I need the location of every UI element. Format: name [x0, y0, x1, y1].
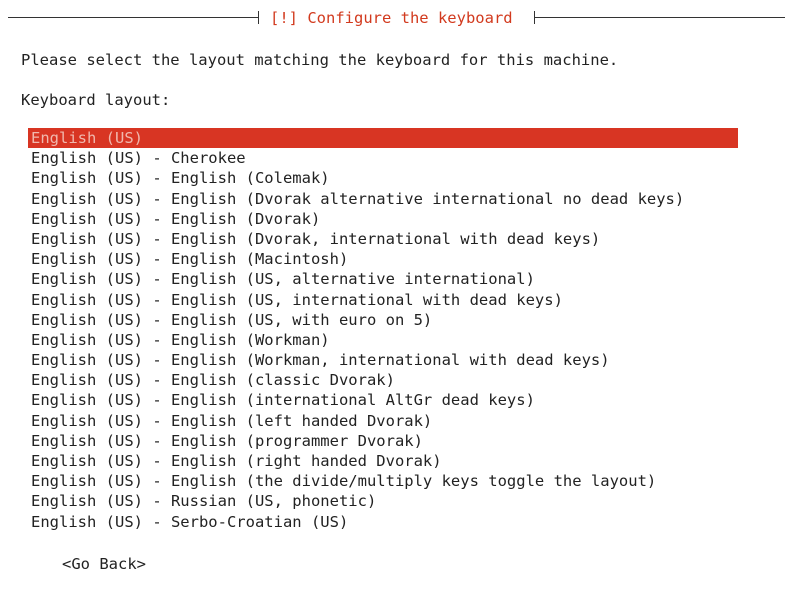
layout-option[interactable]: English (US) - Serbo-Croatian (US) — [28, 512, 738, 532]
keyboard-layout-list[interactable]: English (US) English (US) - Cherokee Engli… — [28, 128, 738, 532]
layout-option[interactable]: English (US) - Russian (US, phonetic) — [28, 491, 738, 511]
layout-option[interactable]: English (US) - English (Workman, interna… — [28, 350, 738, 370]
title-rule-left-tick — [258, 11, 259, 24]
layout-option[interactable]: English (US) - English (Dvorak, internat… — [28, 229, 738, 249]
layout-option[interactable]: English (US) — [28, 128, 738, 149]
layout-option[interactable]: English (US) - English (Dvorak alternati… — [28, 189, 738, 209]
layout-option[interactable]: English (US) - English (US, with euro on… — [28, 310, 738, 330]
layout-option[interactable]: English (US) - Cherokee — [28, 148, 738, 168]
title-rule-right — [534, 17, 785, 18]
layout-option[interactable]: English (US) - English (Dvorak) — [28, 209, 738, 229]
layout-option[interactable]: English (US) - English (Macintosh) — [28, 249, 738, 269]
layout-option[interactable]: English (US) - English (programmer Dvora… — [28, 431, 738, 451]
dialog-prompt: Please select the layout matching the ke… — [21, 51, 619, 69]
keyboard-config-dialog: [!] Configure the keyboard Please select… — [8, 8, 785, 598]
layout-option[interactable]: English (US) - English (Colemak) — [28, 168, 738, 188]
layout-option[interactable]: English (US) - English (right handed Dvo… — [28, 451, 738, 471]
keyboard-layout-label: Keyboard layout: — [21, 91, 171, 109]
layout-option[interactable]: English (US) - English (US, alternative … — [28, 269, 738, 289]
layout-option[interactable]: English (US) - English (US, internationa… — [28, 290, 738, 310]
layout-option[interactable]: English (US) - English (classic Dvorak) — [28, 370, 738, 390]
dialog-title: [!] Configure the keyboard — [270, 9, 513, 27]
layout-option[interactable]: English (US) - English (international Al… — [28, 390, 738, 410]
layout-option[interactable]: English (US) - English (Workman) — [28, 330, 738, 350]
go-back-button[interactable]: <Go Back> — [62, 554, 146, 574]
layout-option[interactable]: English (US) - English (left handed Dvor… — [28, 411, 738, 431]
layout-option[interactable]: English (US) - English (the divide/multi… — [28, 471, 738, 491]
title-rule-left — [8, 17, 258, 18]
